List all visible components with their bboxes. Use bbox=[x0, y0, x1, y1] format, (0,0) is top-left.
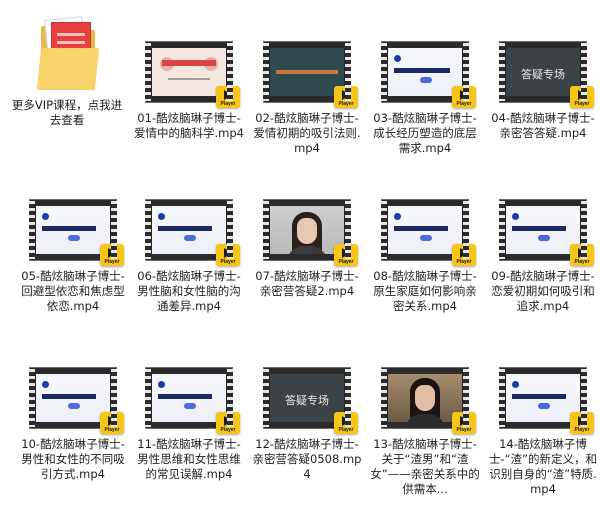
video-thumbnail: Player bbox=[145, 42, 240, 108]
video-file-item[interactable]: Player 11-酷炫脑琳子博士-男性思维和女性思维的常见误解.mp4 bbox=[130, 368, 248, 482]
player-badge-icon: Player bbox=[216, 412, 240, 434]
file-name: 09-酷炫脑琳子博士-恋爱初期如何吸引和追求.mp4 bbox=[491, 269, 595, 313]
video-file-item[interactable]: Player 09-酷炫脑琳子博士-恋爱初期如何吸引和追求.mp4 bbox=[484, 200, 600, 314]
video-thumbnail: Player bbox=[29, 368, 124, 434]
video-thumbnail: Player bbox=[381, 42, 476, 108]
video-thumbnail: Player bbox=[263, 42, 358, 108]
file-name: 01-酷炫脑琳子博士-爱情中的脑科学.mp4 bbox=[134, 111, 244, 140]
file-name: 07-酷炫脑琳子博士-亲密营答疑2.mp4 bbox=[255, 269, 359, 298]
video-file-item[interactable]: Player 02-酷炫脑琳子博士-爱情初期的吸引法则.mp4 bbox=[248, 42, 366, 156]
player-badge-icon: Player bbox=[100, 244, 124, 266]
player-badge-icon: Player bbox=[452, 244, 476, 266]
video-file-item[interactable]: Player 06-酷炫脑琳子博士-男性脑和女性脑的沟通差异.mp4 bbox=[130, 200, 248, 314]
video-file-item[interactable]: Player 07-酷炫脑琳子博士-亲密营答疑2.mp4 bbox=[248, 200, 366, 299]
video-file-item[interactable]: Player 01-酷炫脑琳子博士-爱情中的脑科学.mp4 bbox=[130, 42, 248, 141]
player-badge-icon: Player bbox=[334, 412, 358, 434]
video-file-item[interactable]: Player 13-酷炫脑琳子博士-关于“渣男”和“渣女”——亲密关系中的供需本… bbox=[366, 368, 484, 497]
video-thumbnail: Player bbox=[29, 200, 124, 266]
folder-label: 更多VIP课程，点我进去查看 bbox=[11, 98, 123, 127]
video-thumbnail: Player bbox=[263, 200, 358, 266]
video-file-item[interactable]: 答疑专场 Player 04-酷炫脑琳子博士-亲密答答疑.mp4 bbox=[484, 42, 600, 141]
player-badge-icon: Player bbox=[216, 86, 240, 108]
player-badge-icon: Player bbox=[452, 412, 476, 434]
video-file-item[interactable]: Player 05-酷炫脑琳子博士-回避型依恋和焦虑型依恋.mp4 bbox=[14, 200, 132, 314]
video-thumbnail: Player bbox=[145, 200, 240, 266]
video-thumbnail: Player bbox=[145, 368, 240, 434]
player-badge-icon: Player bbox=[334, 86, 358, 108]
player-badge-icon: Player bbox=[334, 244, 358, 266]
video-file-item[interactable]: Player 03-酷炫脑琳子博士-成长经历塑造的底层需求.mp4 bbox=[366, 42, 484, 156]
video-thumbnail: Player bbox=[381, 200, 476, 266]
file-name: 06-酷炫脑琳子博士-男性脑和女性脑的沟通差异.mp4 bbox=[137, 269, 241, 313]
player-badge-icon: Player bbox=[100, 412, 124, 434]
video-thumbnail: 答疑专场 Player bbox=[499, 42, 594, 108]
file-name: 08-酷炫脑琳子博士-原生家庭如何影响亲密关系.mp4 bbox=[373, 269, 477, 313]
file-name: 05-酷炫脑琳子博士-回避型依恋和焦虑型依恋.mp4 bbox=[21, 269, 125, 313]
video-thumbnail: 答疑专场 Player bbox=[263, 368, 358, 434]
file-grid: 更多VIP课程，点我进去查看 Player 01-酷炫脑琳子博士-爱情中的脑科学… bbox=[0, 0, 600, 517]
file-name: 14-酷炫脑琳子博士-“渣”的新定义，和识别自身的“渣”特质.mp4 bbox=[488, 437, 598, 496]
player-badge-icon: Player bbox=[570, 244, 594, 266]
video-file-item[interactable]: 答疑专场 Player 12-酷炫脑琳子博士-亲密营答疑0508.mp4 bbox=[248, 368, 366, 482]
video-file-item[interactable]: Player 08-酷炫脑琳子博士-原生家庭如何影响亲密关系.mp4 bbox=[366, 200, 484, 314]
file-name: 02-酷炫脑琳子博士-爱情初期的吸引法则.mp4 bbox=[253, 111, 361, 155]
player-badge-icon: Player bbox=[570, 412, 594, 434]
video-file-item[interactable]: Player 14-酷炫脑琳子博士-“渣”的新定义，和识别自身的“渣”特质.mp… bbox=[484, 368, 600, 497]
folder-item[interactable]: 更多VIP课程，点我进去查看 bbox=[8, 14, 126, 128]
video-thumbnail: Player bbox=[381, 368, 476, 434]
file-name: 10-酷炫脑琳子博士-男性和女性的不同吸引方式.mp4 bbox=[21, 437, 125, 481]
player-badge-icon: Player bbox=[570, 86, 594, 108]
video-file-item[interactable]: Player 10-酷炫脑琳子博士-男性和女性的不同吸引方式.mp4 bbox=[14, 368, 132, 482]
player-badge-icon: Player bbox=[216, 244, 240, 266]
folder-icon bbox=[36, 14, 100, 90]
video-thumbnail: Player bbox=[499, 368, 594, 434]
video-thumbnail: Player bbox=[499, 200, 594, 266]
file-name: 12-酷炫脑琳子博士-亲密营答疑0508.mp4 bbox=[252, 437, 362, 481]
file-name: 04-酷炫脑琳子博士-亲密答答疑.mp4 bbox=[491, 111, 595, 140]
player-badge-icon: Player bbox=[452, 86, 476, 108]
file-name: 13-酷炫脑琳子博士-关于“渣男”和“渣女”——亲密关系中的供需本... bbox=[370, 437, 480, 496]
file-name: 03-酷炫脑琳子博士-成长经历塑造的底层需求.mp4 bbox=[373, 111, 477, 155]
file-name: 11-酷炫脑琳子博士-男性思维和女性思维的常见误解.mp4 bbox=[137, 437, 241, 481]
